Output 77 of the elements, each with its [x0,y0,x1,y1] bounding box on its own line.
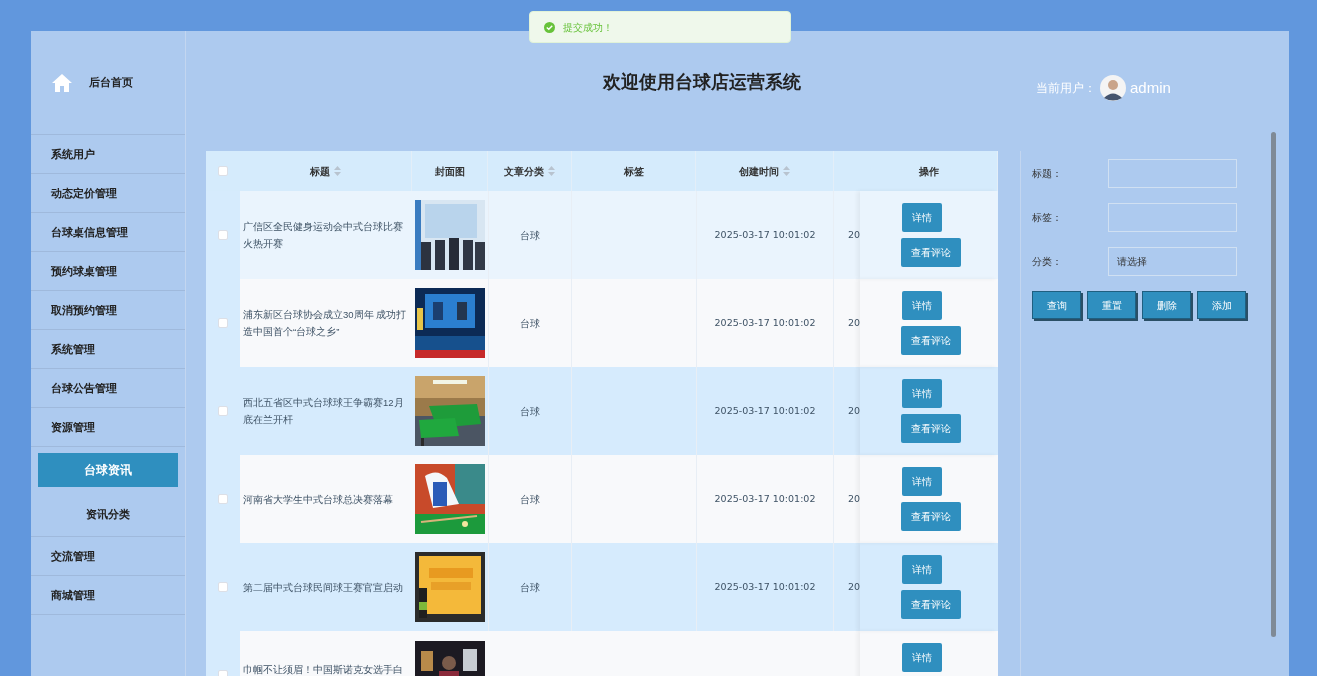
menu-item[interactable]: 台球公告管理 [31,369,185,408]
created-time: 2025-03-17 10:01:02 [714,579,816,594]
category-text: 台球 [520,580,540,595]
updated-time: 20 [848,315,861,330]
submenu-item[interactable]: 资讯分类 [31,493,185,537]
menu-item[interactable]: 交流管理 [31,537,185,576]
updated-time: 20 [848,579,861,594]
avatar-icon [1100,75,1126,101]
article-title: 第二届中式台球民间球王赛官宣启动 [243,580,403,595]
menu-item[interactable]: 动态定价管理 [31,174,185,213]
updated-time: 20 [848,403,861,418]
comments-button[interactable]: 查看评论 [901,414,961,443]
checkbox[interactable] [218,230,228,240]
detail-button[interactable]: 详情 [901,203,942,232]
home-icon[interactable] [51,72,73,93]
detail-button[interactable]: 详情 [901,643,942,672]
checkbox[interactable] [218,494,228,504]
article-title: 巾帼不让须眉！中国斯诺克女选手白 [243,663,403,676]
detail-button[interactable]: 详情 [901,555,942,584]
created-time: 2025-03-17 10:01:02 [714,227,816,242]
column-header: 创建时间 [739,164,779,179]
username: admin [1130,77,1171,98]
comments-button[interactable]: 查看评论 [901,326,961,355]
checkbox[interactable] [218,582,228,592]
comments-button[interactable]: 查看评论 [901,238,961,267]
comments-button[interactable]: 查看评论 [901,590,961,619]
menu-item[interactable]: 资源管理 [31,408,185,447]
comments-button[interactable]: 查看评论 [901,502,961,531]
toast-message: 提交成功！ [563,20,613,35]
success-icon [544,21,555,33]
detail-button[interactable]: 详情 [901,467,942,496]
checkbox[interactable] [218,166,228,176]
category-text: 台球 [520,492,540,507]
column-header: 封面图 [434,164,465,179]
category-text: 台球 [520,404,540,419]
created-time: 2025-03-17 10:01:02 [714,491,816,506]
checkbox[interactable] [218,406,228,416]
detail-button[interactable]: 详情 [901,379,942,408]
created-time: 2025-03-17 10:01:02 [714,315,816,330]
sort-icon[interactable] [334,166,341,176]
menu-item[interactable]: 商城管理 [31,576,185,615]
created-time: 2025-03-17 10:01:02 [714,403,816,418]
menu-item[interactable]: 台球资讯 [38,453,178,487]
category-select[interactable]: 请选择 [1108,247,1237,276]
article-title: 河南省大学生中式台球总决赛落幕 [243,492,393,507]
article-title: 广信区全民健身运动会中式台球比赛火热开赛 [243,220,404,251]
action-button[interactable]: 重置 [1087,291,1136,319]
field-label: 标题： [1032,167,1063,181]
category-text: 台球 [520,228,540,243]
column-header: 操作 [918,164,939,179]
article-title: 西北五省区中式台球球王争霸赛12月底在兰开杆 [243,396,405,427]
menu-item[interactable]: 取消预约管理 [31,291,185,330]
menu-item[interactable]: 系统管理 [31,330,185,369]
menu-item[interactable]: 台球桌信息管理 [31,213,185,252]
field-label: 分类： [1032,255,1063,269]
user-label: 当前用户： [1036,80,1096,97]
field-label: 标签： [1032,211,1063,225]
input-field[interactable] [1108,159,1237,188]
sort-icon[interactable] [783,166,790,176]
page-title: 欢迎使用台球店运营系统 [603,71,801,94]
detail-button[interactable]: 详情 [901,291,942,320]
updated-time: 20 [848,227,861,242]
home-link[interactable]: 后台首页 [89,74,133,91]
column-header: 标题 [310,164,330,179]
action-button[interactable]: 添加 [1197,291,1246,319]
category-text: 台球 [520,316,540,331]
action-button[interactable]: 查询 [1032,291,1081,319]
column-header: 文章分类 [504,164,544,179]
article-title: 浦东新区台球协会成立30周年 成功打造中国首个“台球之乡” [243,308,408,339]
menu-item[interactable]: 预约球桌管理 [31,252,185,291]
sort-icon[interactable] [548,166,555,176]
action-button[interactable]: 删除 [1142,291,1191,319]
updated-time: 20 [848,491,861,506]
menu-item[interactable]: 系统用户 [31,135,185,174]
input-field[interactable] [1108,203,1237,232]
checkbox[interactable] [218,318,228,328]
column-header: 标签 [623,164,644,179]
